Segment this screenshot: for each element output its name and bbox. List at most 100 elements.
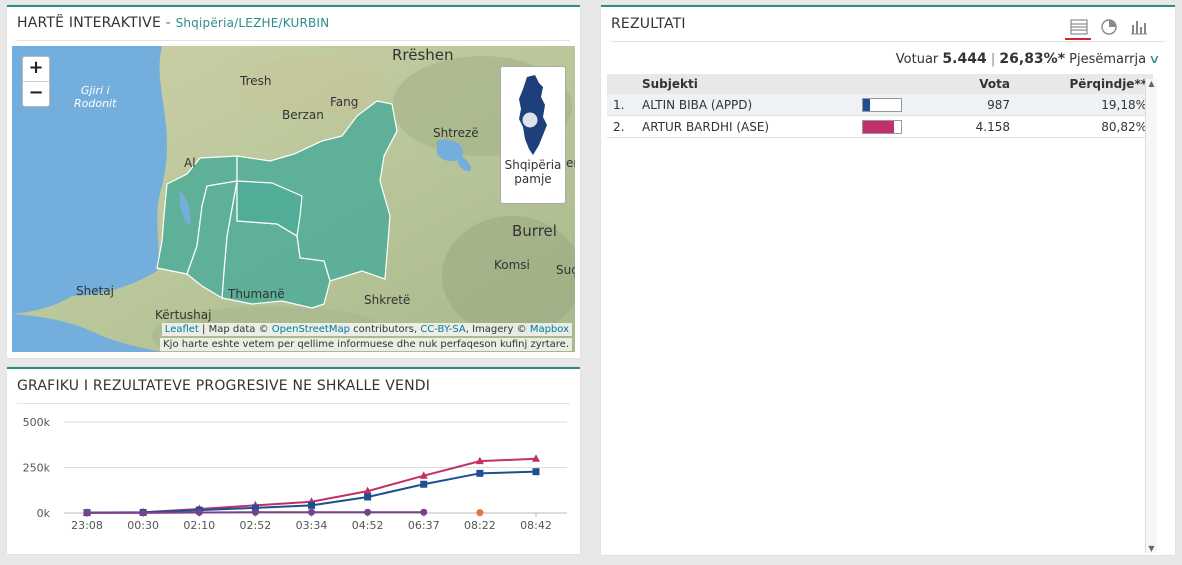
active-view-underline bbox=[1065, 38, 1091, 40]
bar-header bbox=[861, 74, 923, 94]
map-label-shtreze: Shtrezë bbox=[433, 126, 479, 140]
map-disclaimer: Kjo harte eshte vetem per qellime inform… bbox=[160, 338, 572, 351]
map-panel-title: HARTË INTERAKTIVE - Shqipëria/LEZHE/KURB… bbox=[17, 15, 329, 31]
chart-title: GRAFIKU I REZULTATEVE PROGRESIVE NE SHKA… bbox=[17, 378, 431, 394]
chart-title-divider bbox=[17, 403, 570, 404]
mapbox-link[interactable]: Mapbox bbox=[530, 324, 569, 335]
x-tick-label: 03:34 bbox=[296, 519, 328, 532]
map-label-fang: Fang bbox=[330, 95, 359, 109]
turnout-value: 26,83%* bbox=[999, 51, 1066, 67]
license-link[interactable]: CC-BY-SA bbox=[420, 324, 465, 335]
data-point bbox=[532, 468, 540, 476]
map-label-shetaj: Shetaj bbox=[76, 284, 114, 298]
turnout-label: Pjesëmarrja bbox=[1069, 52, 1147, 67]
results-scrollbar[interactable]: ▲ ▼ bbox=[1145, 79, 1157, 553]
map-label-er: er bbox=[566, 156, 575, 170]
map-label-berzan: Berzan bbox=[282, 108, 324, 122]
map-title: HARTË INTERAKTIVE bbox=[17, 15, 161, 31]
x-tick-label: 02:52 bbox=[240, 519, 272, 532]
scroll-down-arrow[interactable]: ▼ bbox=[1146, 544, 1157, 553]
table-view-icon[interactable] bbox=[1069, 17, 1089, 37]
data-point bbox=[364, 508, 372, 516]
data-point bbox=[420, 480, 428, 488]
data-point bbox=[139, 509, 147, 517]
results-title-divider bbox=[611, 41, 1165, 42]
results-table: Subjekti Vota Përqindje** 1. ALTIN BIBA … bbox=[607, 74, 1153, 138]
progress-line-chart: 0k 250k 500k 23:08 00:30 02:10 02:52 03:34 04:52… bbox=[23, 416, 567, 532]
x-tick-label: 02:10 bbox=[183, 519, 215, 532]
row-bar-cell bbox=[861, 115, 923, 138]
results-panel: REZULTATI Votuar 5.444 | 26,83%* Pjesëma… bbox=[601, 5, 1175, 555]
turnout-summary: Votuar 5.444 | 26,83%* Pjesëmarrja ∨ bbox=[895, 51, 1161, 67]
data-point bbox=[308, 501, 315, 509]
data-point bbox=[420, 508, 428, 516]
row-votes: 987 bbox=[923, 94, 1011, 116]
x-tick-label: 00:30 bbox=[127, 519, 159, 532]
data-point bbox=[476, 469, 484, 477]
map-label-shkrete: Shkretë bbox=[364, 293, 411, 307]
map-label-suc: Suç bbox=[556, 263, 575, 277]
albania-overview-button[interactable]: Shqipëria pamje bbox=[500, 66, 566, 204]
x-tick-label: 04:52 bbox=[352, 519, 384, 532]
map-label-komsi: Komsi bbox=[494, 258, 530, 272]
interactive-map[interactable]: + − Gjiri i Rodonit Rrëshen Tresh Fang Be… bbox=[12, 46, 575, 352]
scroll-up-arrow[interactable]: ▲ bbox=[1146, 79, 1157, 88]
x-tick-label: 06:37 bbox=[408, 519, 440, 532]
data-point bbox=[364, 493, 372, 501]
data-point bbox=[251, 508, 259, 516]
x-tick-label: 23:08 bbox=[71, 519, 103, 532]
pie-chart-icon[interactable] bbox=[1099, 17, 1119, 37]
percent-header[interactable]: Përqindje** bbox=[1011, 74, 1153, 94]
row-percent: 80,82% bbox=[1011, 115, 1153, 138]
map-label-gjiri: Gjiri i Rodonit bbox=[74, 84, 117, 110]
map-attribution: Leaflet | Map data © OpenStreetMap contr… bbox=[161, 323, 572, 336]
data-point bbox=[476, 509, 484, 517]
row-subject: ARTUR BARDHI (ASE) bbox=[641, 115, 861, 138]
map-label-burrel: Burrel bbox=[512, 222, 557, 240]
y-tick-label: 500k bbox=[23, 416, 51, 429]
vote-share-bar bbox=[862, 119, 902, 134]
albania-silhouette-icon bbox=[519, 75, 547, 155]
vote-share-fill bbox=[863, 120, 894, 133]
y-tick-label: 0k bbox=[37, 507, 51, 520]
title-divider bbox=[17, 40, 570, 41]
zoom-control: + − bbox=[22, 56, 50, 107]
data-point bbox=[195, 508, 203, 516]
y-tick-label: 250k bbox=[23, 462, 51, 475]
votes-header[interactable]: Vota bbox=[923, 74, 1011, 94]
row-votes: 4.158 bbox=[923, 115, 1011, 138]
bar-chart-icon[interactable] bbox=[1129, 17, 1149, 37]
zoom-out-button[interactable]: − bbox=[23, 82, 49, 106]
map-label-al: Al bbox=[184, 156, 196, 170]
vote-share-bar bbox=[862, 97, 902, 112]
x-tick-label: 08:22 bbox=[464, 519, 496, 532]
chevron-down-icon[interactable]: ∨ bbox=[1148, 52, 1160, 66]
location-breadcrumb[interactable]: Shqipëria/LEZHE/KURBIN bbox=[176, 16, 330, 30]
osm-link[interactable]: OpenStreetMap bbox=[272, 324, 350, 335]
map-label-thumane: Thumanë bbox=[228, 287, 285, 301]
data-point bbox=[308, 508, 315, 516]
leaflet-link[interactable]: Leaflet bbox=[165, 324, 199, 335]
summary-separator: | bbox=[990, 52, 996, 67]
row-rank: 1. bbox=[607, 94, 641, 116]
subject-header[interactable]: Subjekti bbox=[641, 74, 861, 94]
table-row[interactable]: 2. ARTUR BARDHI (ASE) 4.158 80,82% bbox=[607, 115, 1153, 138]
zoom-in-button[interactable]: + bbox=[23, 57, 49, 82]
vote-share-fill bbox=[863, 98, 871, 111]
voted-value: 5.444 bbox=[942, 51, 987, 67]
progress-chart-panel: GRAFIKU I REZULTATEVE PROGRESIVE NE SHKA… bbox=[7, 367, 580, 554]
table-row[interactable]: 1. ALTIN BIBA (APPD) 987 19,18% bbox=[607, 94, 1153, 116]
map-label-kertushaj: Kërtushaj bbox=[155, 308, 212, 322]
results-title: REZULTATI bbox=[611, 16, 686, 32]
map-label-rreshen: Rrëshen bbox=[392, 46, 454, 64]
row-percent: 19,18% bbox=[1011, 94, 1153, 116]
row-rank: 2. bbox=[607, 115, 641, 138]
voted-label: Votuar bbox=[895, 52, 939, 67]
rank-header bbox=[607, 74, 641, 94]
x-tick-label: 08:42 bbox=[520, 519, 552, 532]
data-point bbox=[83, 509, 91, 517]
map-label-tresh: Tresh bbox=[240, 74, 272, 88]
title-separator: - bbox=[161, 15, 176, 31]
row-bar-cell bbox=[861, 94, 923, 116]
view-switcher bbox=[1065, 17, 1155, 40]
